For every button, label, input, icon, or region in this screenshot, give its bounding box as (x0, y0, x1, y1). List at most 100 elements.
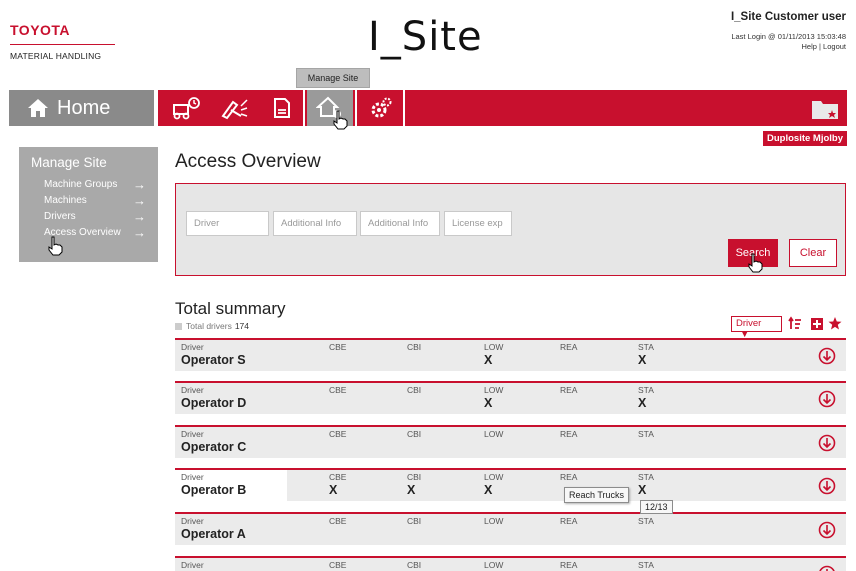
arrow-right-icon: → (133, 224, 146, 240)
nav-separator (303, 90, 305, 126)
sort-select[interactable]: Driver ▼ (731, 316, 782, 340)
toyota-logo: TOYOTA MATERIAL HANDLING (10, 22, 120, 61)
column-label-cbe: CBE (329, 385, 347, 395)
nav-separator (355, 90, 357, 126)
table-row[interactable]: Driver Operator A CBE CBI LOW REA STA (175, 512, 846, 545)
column-label-rea: REA (560, 385, 578, 395)
access-mark-cbe: X (329, 483, 338, 497)
column-label-low: LOW (484, 560, 504, 570)
sidebar-item-label: Drivers (44, 210, 76, 222)
user-name: I_Site Customer user (730, 11, 846, 23)
sort-order-icon[interactable] (788, 316, 802, 331)
square-icon (175, 322, 182, 330)
column-label-cbi: CBI (407, 560, 422, 570)
driver-name[interactable]: Operator A (181, 527, 246, 541)
column-label-sta: STA (638, 472, 654, 482)
access-mark-sta: X (638, 353, 647, 367)
license-exp-input[interactable]: License exp (444, 211, 512, 236)
column-label-sta: STA (638, 516, 654, 526)
expand-down-icon[interactable] (818, 477, 836, 495)
driver-filter-input[interactable]: Driver (186, 211, 269, 236)
column-label-low: LOW (484, 342, 504, 352)
user-info: I_Site Customer user Last Login @ 01/11/… (731, 11, 846, 51)
star-icon[interactable] (828, 316, 842, 331)
driver-name[interactable]: Operator C (181, 440, 246, 454)
column-label-driver: Driver (181, 560, 204, 570)
column-label-cbi: CBI (407, 342, 422, 352)
count-tooltip: 12/13 (640, 500, 673, 514)
expand-down-icon[interactable] (818, 390, 836, 408)
column-label-rea: REA (560, 516, 578, 526)
arrow-right-icon: → (133, 176, 146, 192)
column-label-cbe: CBE (329, 516, 347, 526)
expand-down-icon[interactable] (818, 434, 836, 452)
summary-count: Total drivers 174 (175, 321, 249, 331)
column-label-sta: STA (638, 385, 654, 395)
table-row[interactable]: Driver Operator C CBE CBI LOW REA STA (175, 425, 846, 458)
nav-tools-button[interactable] (214, 90, 254, 126)
additional-info-2-input[interactable]: Additional Info (360, 211, 440, 236)
sidebar-item-label: Machine Groups (44, 178, 118, 190)
brand-name: TOYOTA (10, 22, 71, 38)
column-label-rea: REA (560, 429, 578, 439)
column-label-sta: STA (638, 342, 654, 352)
driver-name[interactable]: Operator D (181, 396, 246, 410)
nav-separator (403, 90, 405, 126)
access-mark-sta: X (638, 483, 647, 497)
expand-down-icon[interactable] (818, 565, 836, 571)
sidebar-item-machine-groups[interactable]: Machine Groups → (31, 176, 146, 192)
column-label-rea: REA (560, 472, 578, 482)
favorites-folder-icon[interactable] (811, 98, 839, 120)
column-label-sta: STA (638, 560, 654, 570)
sidebar-item-drivers[interactable]: Drivers → (31, 208, 146, 224)
hand-cursor-icon (333, 110, 348, 130)
brand-subtitle: MATERIAL HANDLING (10, 51, 102, 61)
main-nav: Home (9, 90, 847, 126)
access-mark-low: X (484, 396, 493, 410)
forklift-icon (173, 97, 200, 120)
nav-documents-button[interactable] (262, 90, 302, 126)
arrow-right-icon: → (133, 208, 146, 224)
column-label-low: LOW (484, 385, 504, 395)
expand-down-icon[interactable] (818, 347, 836, 365)
additional-info-1-input[interactable]: Additional Info (273, 211, 357, 236)
table-row[interactable]: Driver Operator S CBE CBI LOW X REA STA X (175, 338, 846, 371)
column-label-low: LOW (484, 516, 504, 526)
column-label-driver: Driver (181, 516, 204, 526)
nav-machines-button[interactable] (166, 90, 206, 126)
column-label-cbi: CBI (407, 429, 422, 439)
count-value: 174 (234, 321, 250, 331)
app-title: I_Site (368, 14, 483, 60)
site-badge[interactable]: Duplosite Mjolby (763, 131, 847, 146)
sort-select-value: Driver (736, 318, 762, 329)
clear-button[interactable]: Clear (789, 239, 837, 267)
sidebar-item-machines[interactable]: Machines → (31, 192, 146, 208)
side-menu-title: Manage Site (31, 155, 107, 170)
table-row[interactable]: Driver CBE CBI LOW REA STA (175, 556, 846, 571)
add-icon[interactable] (810, 316, 824, 331)
home-button[interactable]: Home (9, 90, 154, 126)
column-label-rea: REA (560, 342, 578, 352)
column-label-driver: Driver (181, 385, 204, 395)
column-label-low: LOW (484, 429, 504, 439)
column-label-cbi: CBI (407, 385, 422, 395)
help-logout-links[interactable]: Help | Logout (731, 42, 846, 51)
table-row[interactable]: Driver Operator B CBE X CBI X LOW X REA STA X (175, 468, 846, 501)
summary-title: Total summary (175, 299, 286, 318)
last-login: Last Login @ 01/11/2013 15:03:48 (731, 32, 846, 41)
settings-icon (371, 97, 392, 118)
home-label: Home (57, 96, 111, 119)
driver-name[interactable]: Operator B (181, 483, 246, 497)
page-title: Access Overview (175, 151, 321, 172)
nav-settings-button[interactable] (361, 90, 401, 126)
expand-down-icon[interactable] (818, 521, 836, 539)
home-icon (28, 99, 48, 117)
column-label-cbi: CBI (407, 516, 422, 526)
reach-trucks-tooltip: Reach Trucks (564, 487, 630, 503)
hand-cursor-icon (748, 253, 763, 273)
manage-site-tooltip: Manage Site (296, 68, 370, 88)
logo-divider (10, 44, 115, 45)
table-row[interactable]: Driver Operator D CBE CBI LOW X REA STA X (175, 381, 846, 414)
access-mark-sta: X (638, 396, 647, 410)
driver-name[interactable]: Operator S (181, 353, 246, 367)
